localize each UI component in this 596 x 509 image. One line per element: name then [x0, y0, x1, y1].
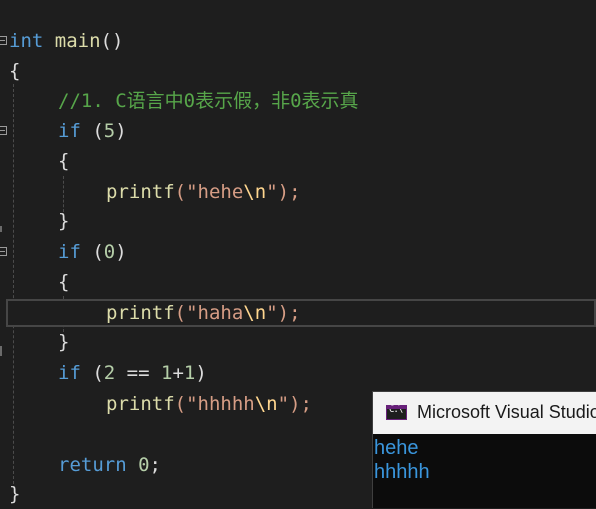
fold-toggle-icon[interactable] [0, 126, 7, 135]
number-literal: 2 [103, 362, 116, 384]
gutter-change-mark [0, 226, 2, 232]
escape-sequence: \n [243, 181, 267, 203]
console-output-line: hehe [374, 437, 419, 459]
string-open: (" [174, 181, 198, 203]
string-literal: hehe [197, 181, 244, 203]
fold-toggle-icon[interactable] [0, 36, 7, 45]
number-literal: 0 [103, 241, 116, 263]
keyword-if: if [58, 362, 81, 384]
string-literal: haha [197, 302, 244, 324]
operator-plus: + [172, 362, 184, 384]
code-line-open-brace[interactable]: { [9, 56, 20, 86]
semicolon: ; [149, 454, 161, 476]
close-brace: } [58, 210, 70, 232]
paren-close: ) [195, 362, 207, 384]
indent-guide-main [13, 84, 14, 484]
function-printf: printf [106, 302, 175, 324]
close-brace: } [9, 483, 21, 505]
code-line-if-5[interactable]: if (5) [58, 116, 127, 146]
comment-text: //1. C语言中0表示假，非0表示真 [58, 90, 359, 112]
keyword-if: if [58, 241, 81, 263]
paren-open: ( [80, 362, 104, 384]
code-line-printf-haha[interactable]: printf("haha\n"); [106, 298, 301, 328]
code-line-if2-open[interactable]: { [58, 267, 69, 297]
function-printf: printf [106, 393, 175, 415]
console-title: Microsoft Visual Studio [417, 402, 596, 422]
code-line-if1-open[interactable]: { [58, 146, 69, 176]
code-line-if1-close[interactable]: } [58, 206, 69, 236]
function-printf: printf [106, 181, 175, 203]
code-line-if-0[interactable]: if (0) [58, 237, 127, 267]
open-brace: { [58, 150, 70, 172]
string-close: "); [277, 393, 312, 415]
code-line-main[interactable]: int main() [9, 26, 123, 56]
open-brace: { [58, 271, 70, 293]
code-line-printf-hehe[interactable]: printf("hehe\n"); [106, 177, 301, 207]
gutter-change-mark [0, 346, 2, 356]
code-line-printf-hhhhh[interactable]: printf("hhhhh\n"); [106, 389, 312, 419]
keyword-int: int [9, 30, 44, 52]
console-output: hehe hhhhh [373, 436, 596, 484]
console-output-line: hhhhh [374, 461, 430, 483]
function-name-main: main [54, 30, 101, 52]
console-title-bar[interactable]: Microsoft Visual Studio [373, 392, 596, 434]
escape-sequence: \n [254, 393, 278, 415]
string-open: (" [174, 393, 198, 415]
number-literal: 1 [161, 362, 173, 384]
keyword-return: return [58, 454, 127, 476]
keyword-if: if [58, 120, 81, 142]
console-app-icon [386, 405, 407, 420]
number-literal: 5 [103, 120, 116, 142]
fold-toggle-icon[interactable] [0, 247, 7, 256]
current-line-highlight [6, 299, 596, 327]
close-brace: } [58, 331, 70, 353]
code-line-if-expr[interactable]: if (2 == 1+1) [58, 358, 207, 388]
paren-open: ( [80, 241, 104, 263]
parens: () [100, 30, 124, 52]
number-literal: 1 [183, 362, 196, 384]
paren-open: ( [80, 120, 104, 142]
code-line-return[interactable]: return 0; [58, 450, 161, 480]
paren-close: ) [115, 241, 127, 263]
operator-equals: == [115, 362, 161, 384]
paren-close: ) [115, 120, 127, 142]
open-brace: { [9, 60, 21, 82]
code-line-if2-close[interactable]: } [58, 327, 69, 357]
code-line-close-brace[interactable]: } [9, 479, 20, 509]
string-close: "); [266, 302, 301, 324]
string-literal: hhhhh [197, 393, 255, 415]
string-close: "); [266, 181, 301, 203]
number-literal: 0 [138, 454, 150, 476]
escape-sequence: \n [243, 302, 267, 324]
string-open: (" [174, 302, 198, 324]
console-window[interactable]: Microsoft Visual Studio hehe hhhhh [372, 391, 596, 508]
code-line-comment[interactable]: //1. C语言中0表示假，非0表示真 [58, 86, 359, 116]
